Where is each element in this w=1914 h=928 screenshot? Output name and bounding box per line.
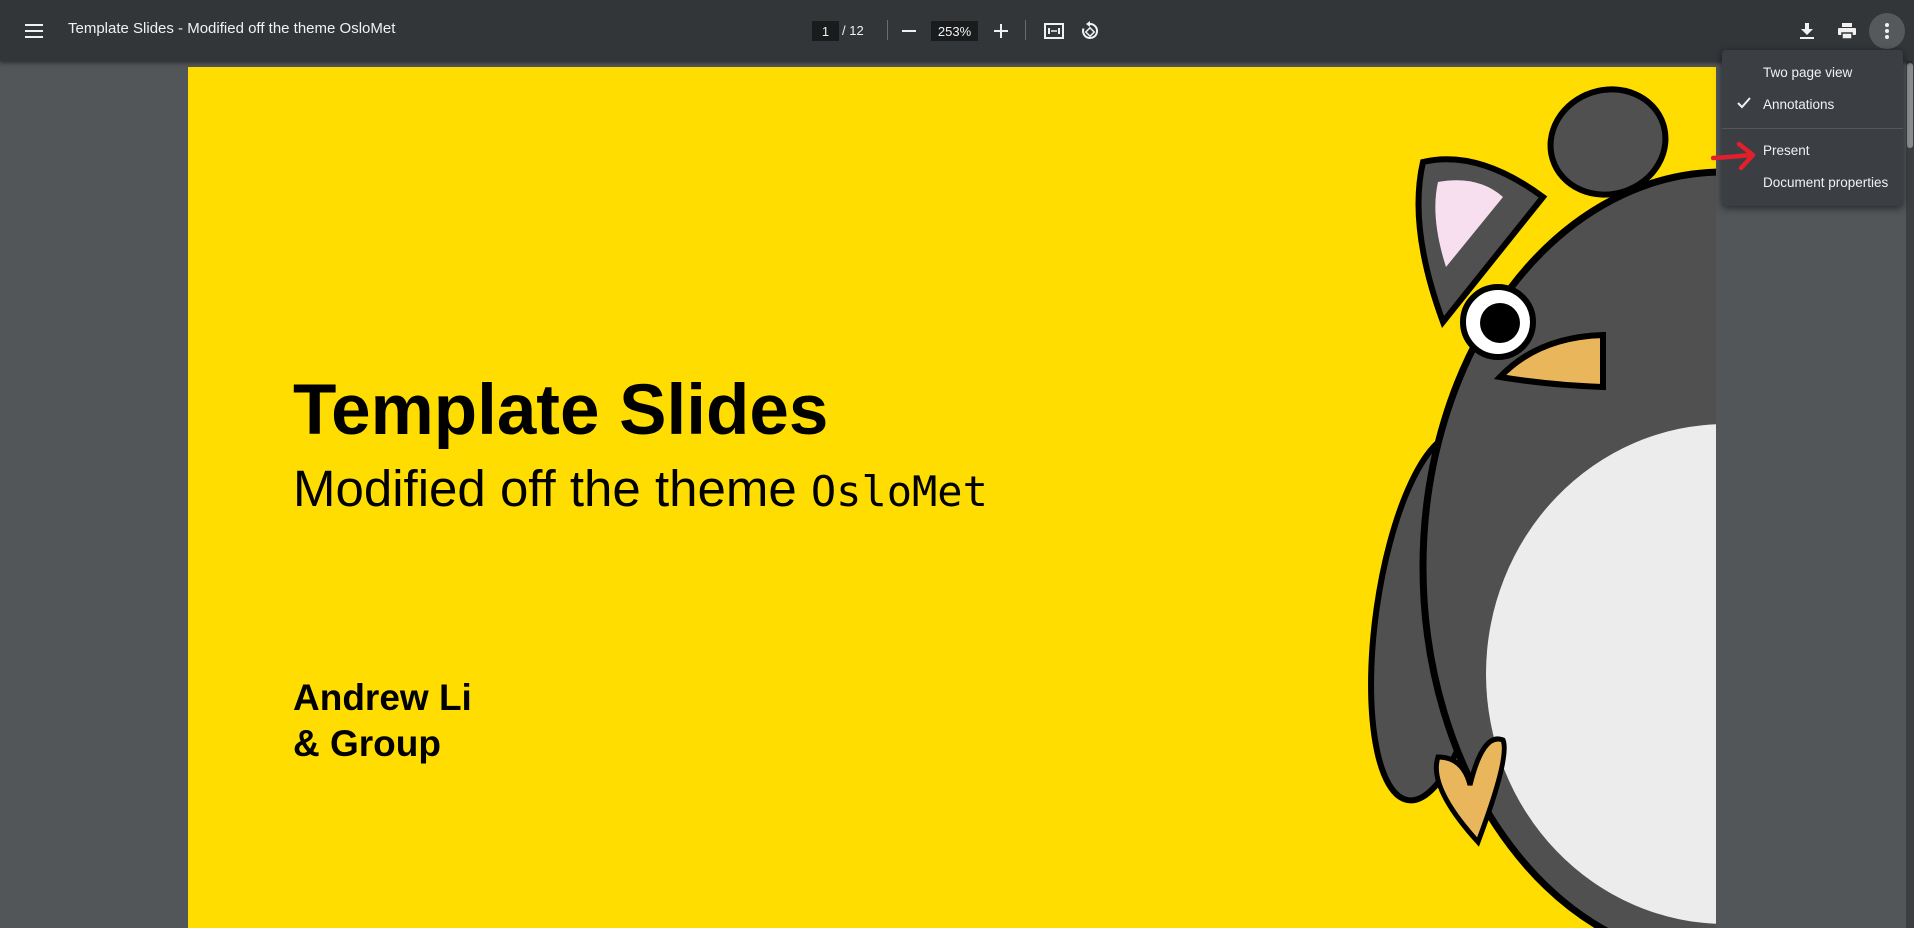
pdf-toolbar: Template Slides - Modified off the theme… (0, 0, 1914, 61)
document-title: Template Slides - Modified off the theme… (68, 20, 396, 37)
menu-item-label: Document properties (1763, 175, 1889, 190)
slide-author: Andrew Li & Group (293, 675, 472, 767)
menu-item-label: Annotations (1763, 97, 1835, 112)
author-group: & Group (293, 723, 441, 764)
vertical-scrollbar[interactable] (1906, 61, 1914, 928)
author-name: Andrew Li (293, 677, 472, 718)
menu-item-two-page-view[interactable]: Two page view (1722, 57, 1903, 87)
rotate-icon[interactable] (1072, 13, 1108, 49)
download-icon[interactable] (1789, 13, 1825, 49)
menu-item-label: Present (1763, 143, 1810, 158)
menu-icon[interactable] (16, 13, 52, 49)
scrollbar-thumb[interactable] (1907, 63, 1913, 148)
print-icon[interactable] (1829, 13, 1865, 49)
slide-subtitle-mono: OsloMet (810, 467, 988, 516)
fit-page-icon[interactable] (1036, 13, 1072, 49)
zoom-out-icon[interactable] (891, 13, 927, 49)
pdf-page: Template Slides Modified off the theme O… (188, 67, 1716, 928)
toolbar-divider (887, 20, 888, 40)
penguin-illustration (1368, 86, 1716, 928)
zoom-in-icon[interactable] (983, 13, 1019, 49)
slide-subtitle: Modified off the theme OsloMet (293, 459, 988, 518)
slide-title: Template Slides (293, 371, 829, 450)
checkmark-icon (1737, 97, 1751, 112)
toolbar-divider (1025, 20, 1026, 40)
menu-item-document-properties[interactable]: Document properties (1722, 167, 1903, 197)
page-total: / 12 (842, 23, 864, 38)
slide-subtitle-text: Modified off the theme (293, 460, 811, 517)
more-vert-icon[interactable] (1869, 13, 1905, 49)
menu-item-annotations[interactable]: Annotations (1722, 89, 1903, 119)
menu-divider (1722, 128, 1903, 129)
menu-item-label: Two page view (1763, 65, 1853, 80)
zoom-level-input[interactable]: 253% (931, 21, 978, 41)
page-number-input[interactable]: 1 (812, 21, 839, 41)
menu-item-present[interactable]: Present (1722, 135, 1903, 165)
more-actions-menu: Two page view Annotations Present Docume… (1722, 50, 1903, 206)
